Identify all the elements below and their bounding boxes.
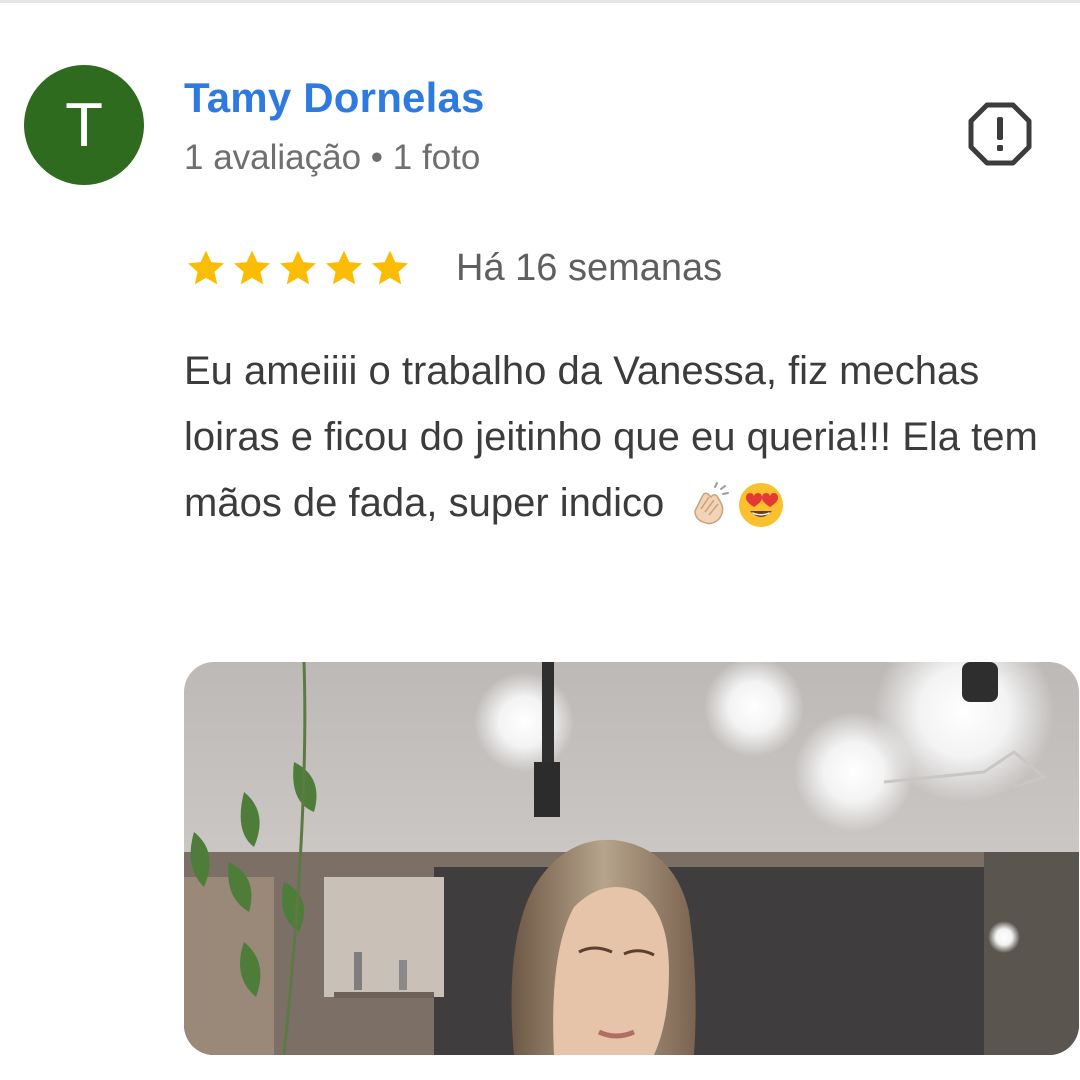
rating-row: Há 16 semanas xyxy=(184,238,722,298)
report-button[interactable] xyxy=(966,100,1034,168)
avatar-letter: T xyxy=(65,90,103,160)
top-divider xyxy=(0,0,1080,3)
review-photo[interactable] xyxy=(184,662,1079,1055)
star-icon xyxy=(326,250,362,285)
star-rating xyxy=(184,246,414,290)
reviewer-name[interactable]: Tamy Dornelas xyxy=(184,74,485,122)
salon-photo-image xyxy=(184,662,1079,1055)
heart-eyes-emoji xyxy=(739,483,784,528)
review-emojis xyxy=(685,481,789,529)
clapping-hands-emoji xyxy=(694,482,730,525)
star-icon xyxy=(188,250,224,285)
star-icon xyxy=(280,250,316,285)
review-text-block: Eu ameiiii o trabalho da Vanessa, fiz me… xyxy=(184,338,1044,536)
report-octagon-icon xyxy=(968,102,1032,166)
reviewer-meta: 1 avaliação • 1 foto xyxy=(184,138,481,177)
star-icon xyxy=(372,250,408,285)
avatar[interactable]: T xyxy=(24,65,144,185)
review-card: T Tamy Dornelas 1 avaliação • 1 foto Há … xyxy=(0,0,1080,1080)
star-icon xyxy=(234,250,270,285)
review-text: Eu ameiiii o trabalho da Vanessa, fiz me… xyxy=(184,349,1038,525)
review-time: Há 16 semanas xyxy=(456,246,723,289)
